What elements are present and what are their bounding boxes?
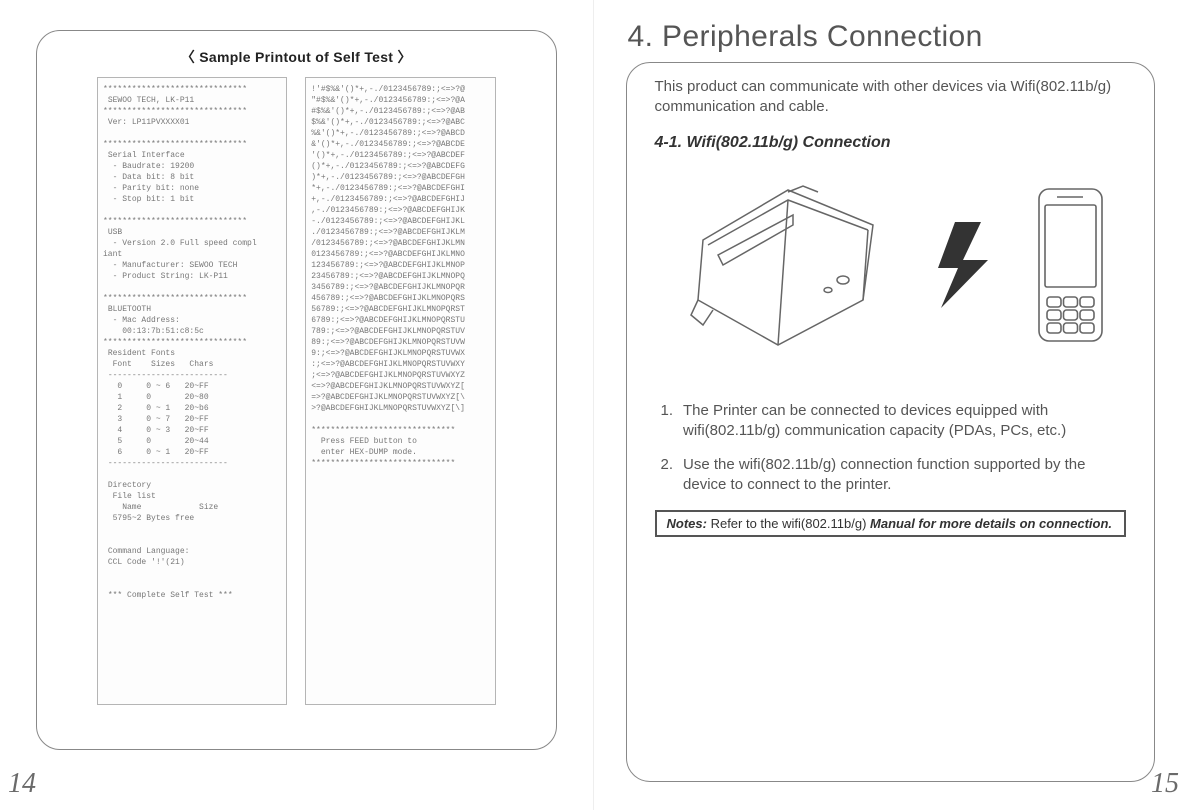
notes-box: Notes: Refer to the wifi(802.11b/g) Manu… <box>655 510 1127 537</box>
wireless-bolt-icon <box>933 220 1003 315</box>
steps-list: 1. The Printer can be connected to devic… <box>655 401 1127 496</box>
printout-column-1: ****************************** SEWOO TEC… <box>97 77 287 705</box>
step-number: 1. <box>661 401 674 442</box>
page-14: 〈 Sample Printout of Self Test 〉 *******… <box>0 0 594 810</box>
step-1: 1. The Printer can be connected to devic… <box>655 401 1127 442</box>
content-frame: This product can communicate with other … <box>626 62 1156 782</box>
notes-rest: Manual for more details on connection. <box>870 516 1112 531</box>
page-number-left: 14 <box>8 768 36 800</box>
subsection-heading: 4-1. Wifi(802.11b/g) Connection <box>655 134 1127 152</box>
sample-printout-caption: 〈 Sample Printout of Self Test 〉 <box>37 47 556 67</box>
step-text: The Printer can be connected to devices … <box>683 401 1126 442</box>
sample-printout-frame: 〈 Sample Printout of Self Test 〉 *******… <box>36 30 557 750</box>
illustration-row <box>655 170 1127 365</box>
step-text: Use the wifi(802.11b/g) connection funct… <box>683 455 1126 496</box>
page-15: 4. Peripherals Connection This product c… <box>594 0 1187 810</box>
section-heading: 4. Peripherals Connection <box>622 20 1160 54</box>
printout-columns: ****************************** SEWOO TEC… <box>37 77 556 705</box>
printout-column-2: !'#$%&'()*+,-./0123456789:;<=>?@ "#$%&'(… <box>305 77 495 705</box>
page-number-right: 15 <box>1151 768 1179 800</box>
printer-icon <box>673 170 903 365</box>
pda-phone-icon <box>1033 185 1108 350</box>
notes-mid: Refer to the wifi(802.11b/g) <box>711 516 870 531</box>
step-number: 2. <box>661 455 674 496</box>
step-2: 2. Use the wifi(802.11b/g) connection fu… <box>655 455 1127 496</box>
notes-label: Notes: <box>667 516 707 531</box>
intro-text: This product can communicate with other … <box>655 77 1127 118</box>
